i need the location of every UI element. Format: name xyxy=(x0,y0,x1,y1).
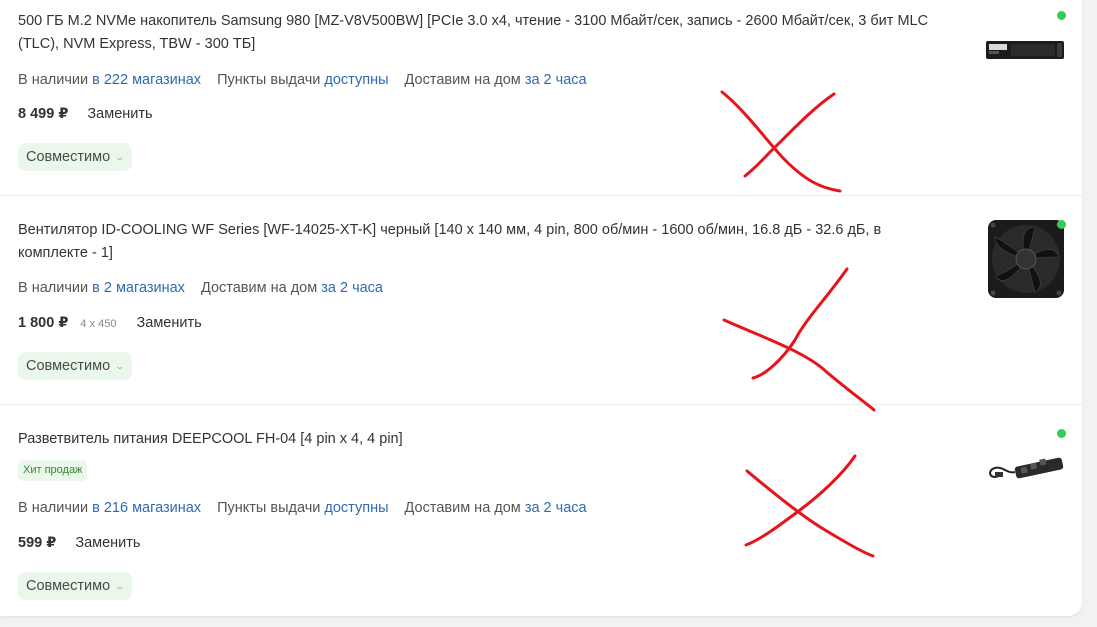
price-row: 1 800 ₽ 4 x 450 Заменить xyxy=(18,315,202,331)
replace-button[interactable]: Заменить xyxy=(87,106,152,122)
list-item: Вентилятор ID-COOLING WF Series [WF-1402… xyxy=(0,195,1082,405)
delivery-link[interactable]: за 2 часа xyxy=(525,72,587,88)
delivery-info: Доставим на дом за 2 часа xyxy=(405,72,587,88)
compatible-dropdown[interactable]: Совместимо ⌄ xyxy=(18,143,132,171)
pickup-link[interactable]: доступны xyxy=(324,72,388,88)
in-stock-info: В наличии в 222 магазинах xyxy=(18,72,201,88)
availability-row: В наличии в 2 магазинах Доставим на дом … xyxy=(18,280,395,296)
delivery-info: Доставим на дом за 2 часа xyxy=(201,280,383,296)
stores-link[interactable]: в 2 магазинах xyxy=(92,280,185,296)
availability-row: В наличии в 222 магазинах Пункты выдачи … xyxy=(18,72,599,88)
quantity-note: 4 x 450 xyxy=(80,318,117,330)
price: 1 800 ₽ xyxy=(18,315,69,331)
delivery-label: Доставим на дом xyxy=(404,500,521,516)
product-title[interactable]: 500 ГБ M.2 NVMe накопитель Samsung 980 [… xyxy=(18,10,948,56)
price-row: 8 499 ₽ Заменить xyxy=(18,106,153,122)
replace-button[interactable]: Заменить xyxy=(137,315,202,331)
list-item: 500 ГБ M.2 NVMe накопитель Samsung 980 [… xyxy=(0,0,1082,196)
pickup-link[interactable]: доступны xyxy=(324,500,388,516)
stores-link[interactable]: в 216 магазинах xyxy=(92,500,201,516)
product-title[interactable]: Вентилятор ID-COOLING WF Series [WF-1402… xyxy=(18,219,948,265)
pickup-label: Пункты выдачи xyxy=(217,500,321,516)
delivery-label: Доставим на дом xyxy=(200,280,318,296)
status-dot xyxy=(1057,11,1066,20)
status-dot xyxy=(1057,220,1066,229)
in-stock-info: В наличии в 2 магазинах xyxy=(18,280,185,296)
splitter-icon[interactable] xyxy=(985,454,1067,486)
in-stock-label: В наличии xyxy=(18,72,89,88)
price-row: 599 ₽ Заменить xyxy=(18,535,140,551)
pickup-info: Пункты выдачи доступны xyxy=(217,500,388,516)
compatible-label: Совместимо xyxy=(26,358,111,374)
status-dot xyxy=(1057,429,1066,438)
price: 599 ₽ xyxy=(18,535,57,551)
delivery-label: Доставим на дом xyxy=(404,72,521,88)
stores-link[interactable]: в 222 магазинах xyxy=(92,72,201,88)
compatible-dropdown[interactable]: Совместимо ⌄ xyxy=(18,352,132,380)
product-title[interactable]: Разветвитель питания DEEPCOOL FH-04 [4 p… xyxy=(18,428,948,451)
product-list: 500 ГБ M.2 NVMe накопитель Samsung 980 [… xyxy=(0,0,1082,616)
availability-row: В наличии в 216 магазинах Пункты выдачи … xyxy=(18,500,599,516)
pickup-label: Пункты выдачи xyxy=(217,72,321,88)
pickup-info: Пункты выдачи доступны xyxy=(217,72,388,88)
delivery-info: Доставим на дом за 2 часа xyxy=(405,500,587,516)
chevron-down-icon: ⌄ xyxy=(114,580,126,591)
compatible-label: Совместимо xyxy=(26,149,111,165)
in-stock-label: В наличии xyxy=(18,500,89,516)
delivery-link[interactable]: за 2 часа xyxy=(525,500,587,516)
list-item: Разветвитель питания DEEPCOOL FH-04 [4 p… xyxy=(0,404,1082,616)
compatible-label: Совместимо xyxy=(26,578,111,594)
bestseller-badge: Хит продаж xyxy=(18,460,88,481)
in-stock-label: В наличии xyxy=(18,280,89,296)
replace-button[interactable]: Заменить xyxy=(75,535,140,551)
chevron-down-icon: ⌄ xyxy=(114,360,126,371)
chevron-down-icon: ⌄ xyxy=(114,151,126,162)
delivery-link[interactable]: за 2 часа xyxy=(321,280,383,296)
in-stock-info: В наличии в 216 магазинах xyxy=(18,500,201,516)
price: 8 499 ₽ xyxy=(18,106,69,122)
fan-icon[interactable] xyxy=(987,219,1065,299)
ssd-icon[interactable] xyxy=(985,38,1065,64)
compatible-dropdown[interactable]: Совместимо ⌄ xyxy=(18,572,132,600)
